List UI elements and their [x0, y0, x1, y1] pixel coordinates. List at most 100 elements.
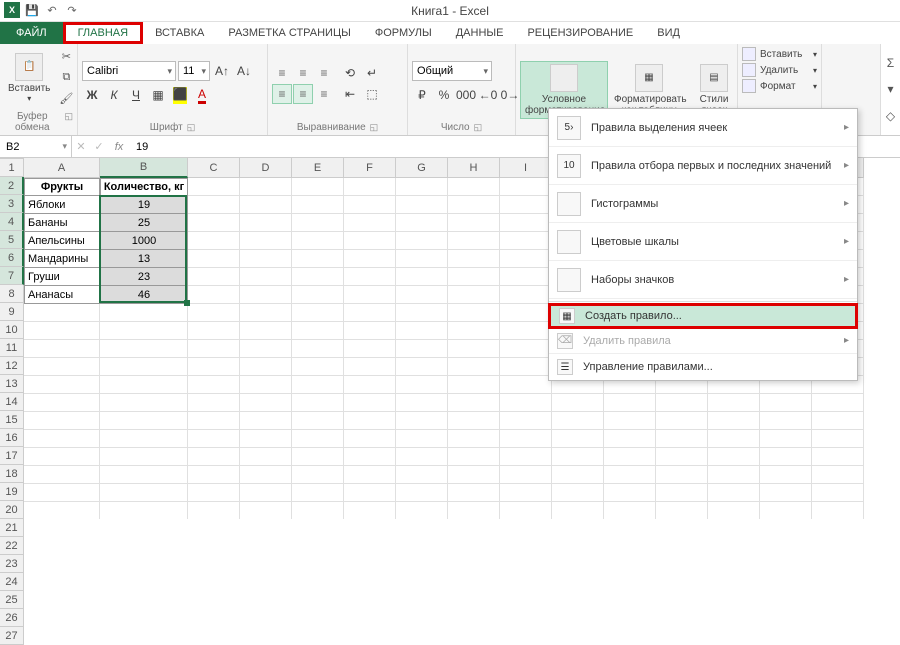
cell[interactable] [100, 502, 188, 519]
cell[interactable] [656, 412, 708, 430]
fill-color-button[interactable]: ⬛ [170, 85, 190, 105]
cell[interactable] [188, 196, 240, 214]
cell[interactable] [500, 250, 552, 268]
fill-icon[interactable]: ▾ [887, 82, 893, 96]
menu-icon-sets[interactable]: Наборы значков ▸ [549, 261, 857, 299]
menu-highlight-cells-rules[interactable]: 5› Правила выделения ячеек ▸ [549, 109, 857, 147]
cell[interactable] [448, 376, 500, 394]
cell[interactable] [24, 412, 100, 430]
align-bottom-icon[interactable]: ≡ [314, 63, 334, 83]
cell[interactable] [812, 430, 864, 448]
format-painter-icon[interactable]: 🖌 [56, 89, 76, 109]
row-header[interactable]: 20 [0, 501, 24, 519]
cell[interactable]: Груши [24, 268, 100, 286]
cell[interactable] [100, 376, 188, 394]
align-center-icon[interactable]: ≡ [293, 84, 313, 104]
cell[interactable] [100, 412, 188, 430]
cell[interactable] [396, 502, 448, 519]
cell[interactable] [188, 502, 240, 519]
borders-button[interactable]: ▦ [148, 85, 168, 105]
row-header[interactable]: 16 [0, 429, 24, 447]
row-header[interactable]: 5 [0, 231, 24, 249]
cell[interactable] [344, 412, 396, 430]
align-middle-icon[interactable]: ≡ [293, 63, 313, 83]
name-box[interactable]: B2 [0, 136, 72, 157]
column-header[interactable]: B [100, 158, 188, 178]
row-header[interactable]: 26 [0, 609, 24, 627]
cell[interactable] [292, 430, 344, 448]
row-header[interactable]: 6 [0, 249, 24, 267]
cell[interactable]: 1000 [100, 232, 188, 250]
cell[interactable] [344, 376, 396, 394]
cell[interactable] [100, 304, 188, 322]
cell[interactable] [396, 268, 448, 286]
cell[interactable] [344, 394, 396, 412]
cell[interactable] [708, 502, 760, 519]
cell[interactable] [188, 376, 240, 394]
cell[interactable] [188, 448, 240, 466]
row-header[interactable]: 21 [0, 519, 24, 537]
align-left-icon[interactable]: ≡ [272, 84, 292, 104]
cell[interactable] [760, 430, 812, 448]
cell[interactable] [396, 232, 448, 250]
cell[interactable] [448, 250, 500, 268]
cell[interactable] [396, 250, 448, 268]
cell[interactable] [24, 322, 100, 340]
cell[interactable] [240, 502, 292, 519]
cell[interactable] [188, 250, 240, 268]
undo-icon[interactable]: ↶ [44, 2, 60, 18]
cell[interactable] [24, 376, 100, 394]
clear-icon[interactable]: ◇ [886, 109, 895, 123]
cell[interactable] [344, 196, 396, 214]
cell[interactable] [760, 412, 812, 430]
column-header[interactable]: I [500, 158, 552, 178]
increase-font-icon[interactable]: A↑ [212, 61, 232, 81]
alignment-launcher-icon[interactable]: ◱ [370, 122, 379, 133]
cell[interactable] [708, 394, 760, 412]
cell[interactable] [552, 430, 604, 448]
cell[interactable] [344, 448, 396, 466]
cell[interactable] [396, 484, 448, 502]
column-header[interactable]: H [448, 158, 500, 178]
decrease-font-icon[interactable]: A↓ [234, 61, 254, 81]
cell[interactable] [240, 214, 292, 232]
cell[interactable] [552, 412, 604, 430]
cell[interactable] [188, 430, 240, 448]
row-header[interactable]: 11 [0, 339, 24, 357]
cell[interactable] [344, 484, 396, 502]
font-launcher-icon[interactable]: ◱ [187, 122, 196, 133]
cell[interactable] [448, 430, 500, 448]
cell[interactable] [292, 502, 344, 519]
cell[interactable] [500, 484, 552, 502]
number-format-combo[interactable]: Общий [412, 61, 492, 81]
cell[interactable] [188, 232, 240, 250]
cell[interactable]: Яблоки [24, 196, 100, 214]
cell[interactable] [292, 484, 344, 502]
cell[interactable] [500, 340, 552, 358]
cell[interactable] [448, 214, 500, 232]
row-header[interactable]: 2 [0, 177, 24, 195]
cell[interactable] [100, 484, 188, 502]
cell[interactable] [396, 394, 448, 412]
cell[interactable] [812, 502, 864, 519]
cell[interactable] [24, 340, 100, 358]
column-header[interactable]: D [240, 158, 292, 178]
cell[interactable] [240, 430, 292, 448]
cell[interactable] [500, 304, 552, 322]
cell[interactable] [24, 484, 100, 502]
cell[interactable] [344, 178, 396, 196]
cell[interactable] [396, 286, 448, 304]
cell[interactable] [760, 394, 812, 412]
cell[interactable] [604, 466, 656, 484]
cell[interactable] [344, 268, 396, 286]
row-header[interactable]: 4 [0, 213, 24, 231]
row-header[interactable]: 27 [0, 627, 24, 645]
cell[interactable] [292, 250, 344, 268]
cell[interactable] [604, 448, 656, 466]
row-header[interactable]: 17 [0, 447, 24, 465]
cell[interactable] [500, 358, 552, 376]
cell[interactable] [100, 430, 188, 448]
cell[interactable] [396, 466, 448, 484]
cell[interactable] [604, 484, 656, 502]
cell[interactable] [552, 484, 604, 502]
